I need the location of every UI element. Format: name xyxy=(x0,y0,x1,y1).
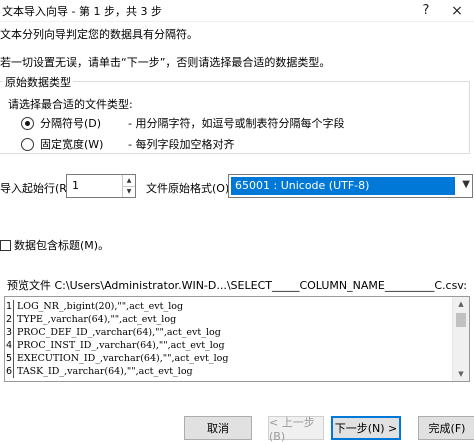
radio-fixed-width[interactable]: 固定宽度(W) - 每列字段加空格对齐 xyxy=(21,136,234,152)
line-text: TASK_ID_,varchar(64),"",act_evt_log xyxy=(17,366,193,377)
preview-vertical-scrollbar[interactable]: ▲ ▼ xyxy=(452,297,469,381)
preview-line: 6 TASK_ID_,varchar(64),"",act_evt_log xyxy=(5,365,450,378)
back-button[interactable]: < 上一步(B) xyxy=(268,416,324,443)
preview-line: 4 PROC_INST_ID_,varchar(64),"",act_evt_l… xyxy=(5,339,450,352)
file-type-prompt: 请选择最合适的文件类型: xyxy=(8,98,133,111)
line-number: 3 xyxy=(5,326,14,339)
preview-line: 1 LOG_NR_,bigint(20),"",act_evt_log xyxy=(5,300,450,313)
start-row-stepper[interactable]: 1 ▲ ▼ xyxy=(66,174,136,198)
chevron-down-icon[interactable]: ▼ xyxy=(462,179,470,190)
line-number: 6 xyxy=(5,365,14,378)
intro-text-2: 若一切设置无误，请单击“下一步”，否则请选择最合适的数据类型。 xyxy=(0,56,331,69)
scroll-up-icon[interactable]: ▲ xyxy=(453,297,469,311)
headers-checkbox[interactable] xyxy=(0,239,11,251)
window-title: 文本导入向导 - 第 1 步，共 3 步 xyxy=(2,4,162,18)
file-origin-select[interactable]: 65001 : Unicode (UTF-8) ▼ xyxy=(228,174,473,198)
preview-lines: 1 LOG_NR_,bigint(20),"",act_evt_log 2 TY… xyxy=(5,300,450,378)
next-button[interactable]: 下一步(N) > xyxy=(331,416,401,440)
start-row-value[interactable]: 1 xyxy=(67,175,122,197)
line-text: TYPE_,varchar(64),"",act_evt_log xyxy=(17,314,177,325)
radio-fixed-width-label[interactable]: 固定宽度(W) xyxy=(40,136,128,152)
line-text: PROC_DEF_ID_,varchar(64),"",act_evt_log xyxy=(17,327,221,338)
preview-line: 3 PROC_DEF_ID_,varchar(64),"",act_evt_lo… xyxy=(5,326,450,339)
stepper-up-icon[interactable]: ▲ xyxy=(123,175,135,186)
radio-delimited-button[interactable] xyxy=(21,116,34,130)
file-origin-value[interactable]: 65001 : Unicode (UTF-8) xyxy=(231,177,455,195)
scroll-thumb[interactable] xyxy=(456,313,466,327)
line-text: LOG_NR_,bigint(20),"",act_evt_log xyxy=(17,301,184,312)
line-text: PROC_INST_ID_,varchar(64),"",act_evt_log xyxy=(17,340,225,351)
radio-delimited-label[interactable]: 分隔符号(D) xyxy=(40,115,128,131)
line-number: 2 xyxy=(5,313,14,326)
preview-line: 2 TYPE_,varchar(64),"",act_evt_log xyxy=(5,313,450,326)
radio-fixed-width-desc: - 每列字段加空格对齐 xyxy=(128,138,235,151)
stepper-arrows[interactable]: ▲ ▼ xyxy=(122,175,135,197)
data-type-group: 原始数据类型 请选择最合适的文件类型: 分隔符号(D) - 用分隔字符，如逗号或… xyxy=(0,74,470,154)
radio-delimited[interactable]: 分隔符号(D) - 用分隔字符，如逗号或制表符分隔每个字段 xyxy=(21,115,344,131)
window-controls: ? × xyxy=(412,0,474,22)
radio-fixed-width-button[interactable] xyxy=(21,137,34,151)
finish-button[interactable]: 完成(F) xyxy=(418,416,474,440)
preview-line: 5 EXECUTION_ID_,varchar(64),"",act_evt_l… xyxy=(5,352,450,365)
file-origin-label: 文件原始格式(O): xyxy=(146,182,233,195)
start-row-label: 导入起始行(R): xyxy=(0,182,75,195)
line-text: EXECUTION_ID_,varchar(64),"",act_evt_log xyxy=(17,353,229,364)
line-number: 4 xyxy=(5,339,14,352)
help-button[interactable]: ? xyxy=(412,0,440,22)
scroll-down-icon[interactable]: ▼ xyxy=(453,367,469,381)
preview-label: 预览文件 C:\Users\Administrator.WIN-D...\SEL… xyxy=(7,279,467,292)
preview-box[interactable]: 1 LOG_NR_,bigint(20),"",act_evt_log 2 TY… xyxy=(4,296,470,382)
cancel-button[interactable]: 取消 xyxy=(184,416,252,440)
line-number: 1 xyxy=(5,300,14,313)
data-type-legend: 原始数据类型 xyxy=(3,74,73,90)
title-bar: 文本导入向导 - 第 1 步，共 3 步 ? × xyxy=(0,0,474,22)
stepper-down-icon[interactable]: ▼ xyxy=(123,185,135,198)
line-number: 5 xyxy=(5,352,14,365)
headers-checkbox-row[interactable]: 数据包含标题(M)。 xyxy=(0,237,109,253)
radio-delimited-desc: - 用分隔字符，如逗号或制表符分隔每个字段 xyxy=(128,117,345,130)
close-button[interactable]: × xyxy=(440,0,474,22)
headers-checkbox-label[interactable]: 数据包含标题(M)。 xyxy=(14,237,109,253)
intro-text-1: 文本分列向导判定您的数据具有分隔符。 xyxy=(0,28,198,41)
